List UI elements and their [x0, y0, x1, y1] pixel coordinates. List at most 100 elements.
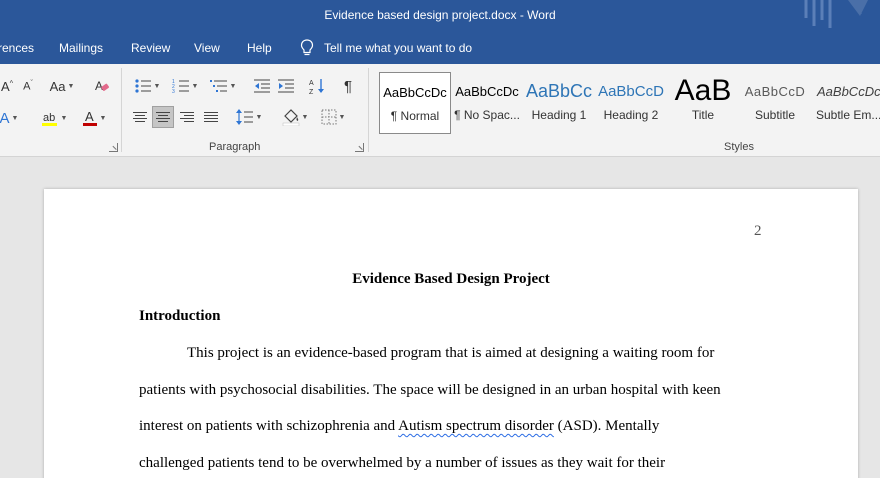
paragraph-line: challenged patients tend to be overwhelm… — [139, 455, 665, 472]
style-preview: AaBbCcDc — [455, 83, 519, 99]
chevron-down-icon: ▼ — [191, 82, 199, 90]
tab-help[interactable]: Help — [247, 41, 272, 55]
decrease-indent-button[interactable] — [252, 76, 272, 96]
decrease-indent-icon — [254, 79, 270, 93]
style-preview: AaBbCcDc — [817, 83, 880, 99]
style-title[interactable]: AaB Title — [667, 72, 739, 134]
pilcrow-icon: ¶ — [343, 77, 353, 95]
page-number: 2 — [754, 223, 762, 239]
paint-bucket-icon — [282, 109, 299, 126]
font-color-icon: A — [82, 109, 97, 126]
style-subtle-emphasis[interactable]: AaBbCcDc Subtle Em... — [811, 72, 880, 134]
style-name: ¶ Normal — [390, 109, 440, 123]
shrink-font-button[interactable]: Aˇ — [18, 76, 38, 96]
style-preview: AaBbCcD — [598, 82, 664, 100]
line-text: (ASD). Mentally — [553, 418, 660, 434]
window-title: Evidence based design project.docx - Wor… — [324, 8, 556, 22]
sort-button[interactable]: A Z — [308, 76, 328, 96]
chevron-down-icon: ▼ — [11, 114, 19, 122]
chevron-down-icon: ▼ — [60, 114, 68, 122]
chevron-down-icon: ▼ — [229, 82, 237, 90]
style-subtitle[interactable]: AaBbCcD Subtitle — [739, 72, 811, 134]
line-text: challenged patients tend to be overwhelm… — [139, 455, 666, 471]
text-highlight-button[interactable]: ab ▼ — [38, 108, 70, 128]
paragraph-line: interest on patients with schizophrenia … — [139, 418, 659, 435]
chevron-down-icon: ▼ — [67, 82, 75, 90]
svg-text:A: A — [85, 109, 94, 124]
paragraph-dialog-launcher[interactable] — [355, 143, 364, 152]
chevron-down-icon: ▼ — [338, 113, 346, 121]
show-formatting-marks-button[interactable]: ¶ — [338, 76, 358, 96]
shrink-font-icon: Aˇ — [23, 79, 33, 93]
change-case-label: Aa — [49, 78, 66, 94]
align-left-button[interactable] — [129, 106, 151, 128]
style-name: Title — [691, 108, 715, 122]
paragraph-group-label: Paragraph — [209, 141, 261, 153]
style-no-spacing[interactable]: AaBbCcDc ¶ No Spac... — [451, 72, 523, 134]
numbering-icon: 123 — [172, 79, 189, 94]
borders-button[interactable]: ▼ — [316, 107, 350, 127]
style-name: Subtitle — [754, 108, 796, 122]
style-name: Heading 2 — [603, 108, 659, 122]
svg-text:A: A — [309, 80, 314, 87]
document-page[interactable]: 2 Evidence Based Design Project Introduc… — [44, 189, 858, 478]
grow-font-button[interactable]: A^ — [0, 76, 18, 96]
tab-mailings[interactable]: Mailings — [59, 41, 103, 55]
highlight-color-bar — [41, 123, 57, 126]
align-right-button[interactable] — [176, 106, 198, 128]
tell-me-label: Tell me what you want to do — [324, 41, 473, 55]
clear-formatting-button[interactable]: A — [92, 76, 112, 96]
line-spacing-icon — [235, 109, 253, 125]
text-effects-icon: A — [0, 109, 10, 127]
styles-group-label: Styles — [724, 141, 754, 153]
tab-review[interactable]: Review — [131, 41, 170, 55]
line-spacing-button[interactable]: ▼ — [232, 107, 266, 127]
multilevel-list-icon — [209, 80, 227, 92]
increase-indent-icon — [278, 79, 294, 93]
change-case-button[interactable]: Aa ▼ — [46, 76, 78, 96]
line-text: This project is an evidence-based progra… — [187, 345, 715, 361]
tab-view[interactable]: View — [194, 41, 220, 55]
svg-text:3: 3 — [172, 89, 175, 94]
highlighter-icon: ab — [41, 112, 57, 126]
chevron-down-icon: ▼ — [301, 113, 309, 121]
style-preview: AaB — [674, 74, 732, 106]
style-preview: AaBbCcDc — [383, 84, 447, 100]
chevron-down-icon: ▼ — [153, 82, 161, 90]
text-effects-button[interactable]: A ▼ — [0, 108, 20, 128]
sort-icon: A Z — [309, 79, 324, 95]
section-heading: Introduction — [139, 308, 221, 324]
group-separator — [368, 68, 369, 152]
style-preview: AaBbCc — [525, 80, 593, 101]
bullets-icon — [134, 79, 151, 93]
tab-references[interactable]: rences — [0, 41, 34, 55]
ribbon-tabs: rences Mailings Review View Help Tell me… — [0, 33, 880, 64]
font-color-button[interactable]: A ▼ — [78, 108, 110, 128]
paragraph-line: patients with psychosocial disabilities.… — [139, 382, 721, 399]
align-center-button[interactable] — [152, 106, 174, 128]
numbering-button[interactable]: 123 ▼ — [168, 76, 202, 96]
font-color-bar — [82, 123, 97, 126]
shading-button[interactable]: ▼ — [278, 107, 312, 127]
spelling-flagged-text[interactable]: Autism spectrum disorder — [398, 418, 554, 434]
line-text: patients with psychosocial disabilities.… — [139, 382, 721, 398]
multilevel-list-button[interactable]: ▼ — [206, 76, 240, 96]
style-heading-1[interactable]: AaBbCc Heading 1 — [523, 72, 595, 134]
style-name: Heading 1 — [531, 108, 587, 122]
chevron-down-icon: ▼ — [99, 114, 107, 122]
tell-me-search[interactable]: Tell me what you want to do — [300, 39, 472, 57]
style-heading-2[interactable]: AaBbCcD Heading 2 — [595, 72, 667, 134]
justify-button[interactable] — [200, 106, 222, 128]
bullets-button[interactable]: ▼ — [130, 76, 164, 96]
grow-font-icon: A^ — [1, 78, 13, 94]
increase-indent-button[interactable] — [276, 76, 296, 96]
style-name: Subtle Em... — [816, 108, 880, 122]
style-preview: AaBbCcD — [744, 83, 806, 99]
ribbon-home: A^ Aˇ Aa ▼ A A ▼ ab ▼ A ▼ ▼ 1 2 3 ▼ ▼ A … — [0, 64, 880, 157]
svg-text:Z: Z — [309, 89, 314, 95]
paragraph-line: This project is an evidence-based progra… — [187, 345, 714, 362]
group-separator — [121, 68, 122, 152]
style-normal[interactable]: AaBbCcDc ¶ Normal — [379, 72, 451, 134]
font-dialog-launcher[interactable] — [109, 143, 118, 152]
title-bar-decoration-icon — [804, 0, 868, 28]
